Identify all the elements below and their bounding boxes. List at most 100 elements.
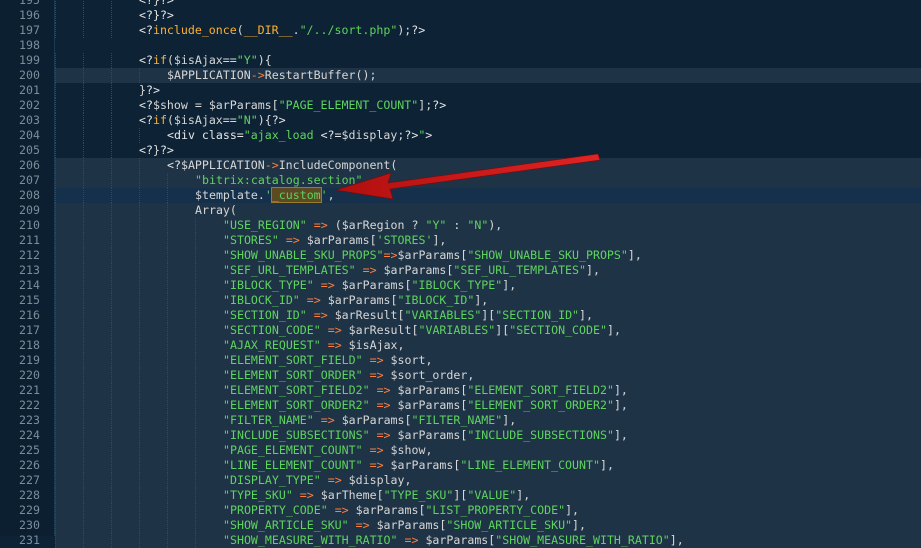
code-token: "VARIABLES" xyxy=(404,308,482,322)
line-number: 213 xyxy=(19,263,40,277)
indent-guide xyxy=(167,248,169,263)
indent-guide xyxy=(55,173,57,188)
code-line[interactable]: 214 "IBLOCK_TYPE" => $arParams["IBLOCK_TY… xyxy=(19,278,921,293)
indent-guide xyxy=(167,293,169,308)
indent-guide xyxy=(139,488,141,503)
code-line[interactable]: 203 <?if($isAjax=="N"){?> xyxy=(19,113,921,128)
code-token: <div class= xyxy=(167,128,244,142)
indent-guide xyxy=(195,293,197,308)
code-line[interactable]: 220 "ELEMENT_SORT_ORDER" => $sort_order, xyxy=(19,368,921,383)
indent-guide xyxy=(139,458,141,473)
indent-guide xyxy=(195,398,197,413)
indent-guide xyxy=(139,263,141,278)
code-line[interactable]: 198 xyxy=(19,38,921,53)
code-token: $isAjax xyxy=(173,113,223,127)
code-line[interactable]: 221 "ELEMENT_SORT_FIELD2" => $arParams["E… xyxy=(19,383,921,398)
code-line[interactable]: 197 <?include_once(__DIR__."/../sort.php"… xyxy=(19,23,921,38)
indent-guide xyxy=(83,443,85,458)
code-area[interactable]: 195 <?}?> 196 <?}?> 197 <?include_once(__DIR_… xyxy=(19,0,921,548)
code-line[interactable]: 225 "PAGE_ELEMENT_COUNT" => $show, xyxy=(19,443,921,458)
line-number: 209 xyxy=(19,203,40,217)
code-line[interactable]: 213 "SEF_URL_TEMPLATES" => $arParams["SEF… xyxy=(19,263,921,278)
code-token: $arParams xyxy=(376,518,440,532)
indent-guide xyxy=(111,8,113,23)
code-line[interactable]: 212 "SHOW_UNABLE_SKU_PROPS"=>$arParams["S… xyxy=(19,248,921,263)
code-token: => xyxy=(369,443,384,457)
code-token: ? xyxy=(404,218,426,232)
code-line[interactable]: 224 "INCLUDE_SUBSECTIONS" => $arParams["I… xyxy=(19,428,921,443)
code-line[interactable]: 215 "IBLOCK_ID" => $arParams["IBLOCK_ID"]… xyxy=(19,293,921,308)
code-token: ], xyxy=(586,263,600,277)
code-line[interactable]: 202 <?$show = $arParams["PAGE_ELEMENT_COU… xyxy=(19,98,921,113)
indent-guide xyxy=(83,368,85,383)
code-line[interactable]: 227 "DISPLAY_TYPE" => $display, xyxy=(19,473,921,488)
code-text: <?include_once(__DIR__."/../sort.php");?… xyxy=(139,23,425,38)
indent-guide xyxy=(139,413,141,428)
code-token: "SHOW_MEASURE_WITH_RATIO" xyxy=(495,533,670,547)
indent-guide xyxy=(195,503,197,518)
indent-guide xyxy=(139,503,141,518)
code-token: => xyxy=(327,473,342,487)
code-text: "AJAX_REQUEST" => $isAjax, xyxy=(223,338,405,353)
code-token: "PROPERTY_CODE" xyxy=(223,503,328,517)
code-token: , xyxy=(467,368,475,382)
code-text: Array( xyxy=(195,203,237,218)
code-line[interactable]: 201}?> xyxy=(19,83,921,98)
code-token: ( xyxy=(390,158,398,172)
code-line[interactable]: 231 "SHOW_MEASURE_WITH_RATIO" => $arParam… xyxy=(19,533,921,548)
code-token: <? xyxy=(139,98,153,112)
indent-guide xyxy=(55,323,57,338)
line-number: 201 xyxy=(19,83,40,97)
code-line[interactable]: 217 "SECTION_CODE" => $arResult["VARIABLE… xyxy=(19,323,921,338)
code-token: , xyxy=(425,443,433,457)
code-token: __DIR__ xyxy=(243,23,293,37)
code-line[interactable]: 195 <?}?> xyxy=(19,0,921,8)
code-line[interactable]: 199 <?if($isAjax=="Y"){ xyxy=(19,53,921,68)
code-text: <?}?> xyxy=(139,143,174,158)
code-token: ], xyxy=(432,233,447,247)
code-token: ], xyxy=(613,428,628,442)
code-line[interactable]: 228 "TYPE_SKU" => $arTheme["TYPE_SKU"]["V… xyxy=(19,488,921,503)
code-token: ?> xyxy=(432,98,447,112)
indent-guide xyxy=(83,293,85,308)
code-line[interactable]: 222 "ELEMENT_SORT_ORDER2" => $arParams["E… xyxy=(19,398,921,413)
code-token: $sort xyxy=(390,353,426,367)
code-line[interactable]: 223 "FILTER_NAME" => $arParams["FILTER_NA… xyxy=(19,413,921,428)
indent-guide xyxy=(83,23,85,38)
code-line[interactable]: 196 <?}?> xyxy=(19,8,921,23)
code-token: -> xyxy=(264,158,279,172)
code-line[interactable]: 205 <?}?> xyxy=(19,143,921,158)
code-token: == xyxy=(222,113,237,127)
code-line[interactable]: 226 "LINE_ELEMENT_COUNT" => $arParams["LI… xyxy=(19,458,921,473)
code-token: "LINE_ELEMENT_COUNT" xyxy=(460,458,600,472)
code-line[interactable]: 200 $APPLICATION->RestartBuffer(); xyxy=(19,68,921,83)
indent-guide xyxy=(139,293,141,308)
code-line[interactable]: 208 $template.'_custom', xyxy=(19,187,921,203)
indent-guide xyxy=(111,203,113,218)
code-token: => xyxy=(383,248,398,262)
code-line[interactable]: 206 <?$APPLICATION->IncludeComponent( xyxy=(19,158,921,173)
code-token: : xyxy=(446,218,468,232)
indent-guide xyxy=(111,458,113,473)
code-text: $template.'_custom', xyxy=(195,187,335,203)
indent-guide xyxy=(195,518,197,533)
code-line[interactable]: 230 "SHOW_ARTICLE_SKU" => $arParams["SHOW… xyxy=(19,518,921,533)
code-line[interactable]: 216 "SECTION_ID" => $arResult["VARIABLES"… xyxy=(19,308,921,323)
code-line[interactable]: 209 Array( xyxy=(19,203,921,218)
indent-guide xyxy=(55,428,57,443)
code-line[interactable]: 219 "ELEMENT_SORT_FIELD" => $sort, xyxy=(19,353,921,368)
code-line[interactable]: 211 "STORES" => $arParams['STORES'], xyxy=(19,233,921,248)
code-line[interactable]: 218 "AJAX_REQUEST" => $isAjax, xyxy=(19,338,921,353)
code-token: $APPLICATION xyxy=(180,158,265,172)
code-line[interactable]: 207 "bitrix:catalog.section", xyxy=(19,173,921,188)
code-token: ){ xyxy=(257,53,272,67)
code-line[interactable]: 229 "PROPERTY_CODE" => $arParams["LIST_PR… xyxy=(19,503,921,518)
code-line[interactable]: 204 <div class="ajax_load <?=$display;?>"… xyxy=(19,128,921,143)
code-line[interactable]: 210 "USE_REGION" => ($arRegion ? "Y" : "N… xyxy=(19,218,921,233)
indent-guide xyxy=(167,398,169,413)
code-editor[interactable]: 195 <?}?> 196 <?}?> 197 <?include_once(__DIR_… xyxy=(0,0,921,548)
indent-guide xyxy=(83,458,85,473)
indent-guide xyxy=(83,308,85,323)
